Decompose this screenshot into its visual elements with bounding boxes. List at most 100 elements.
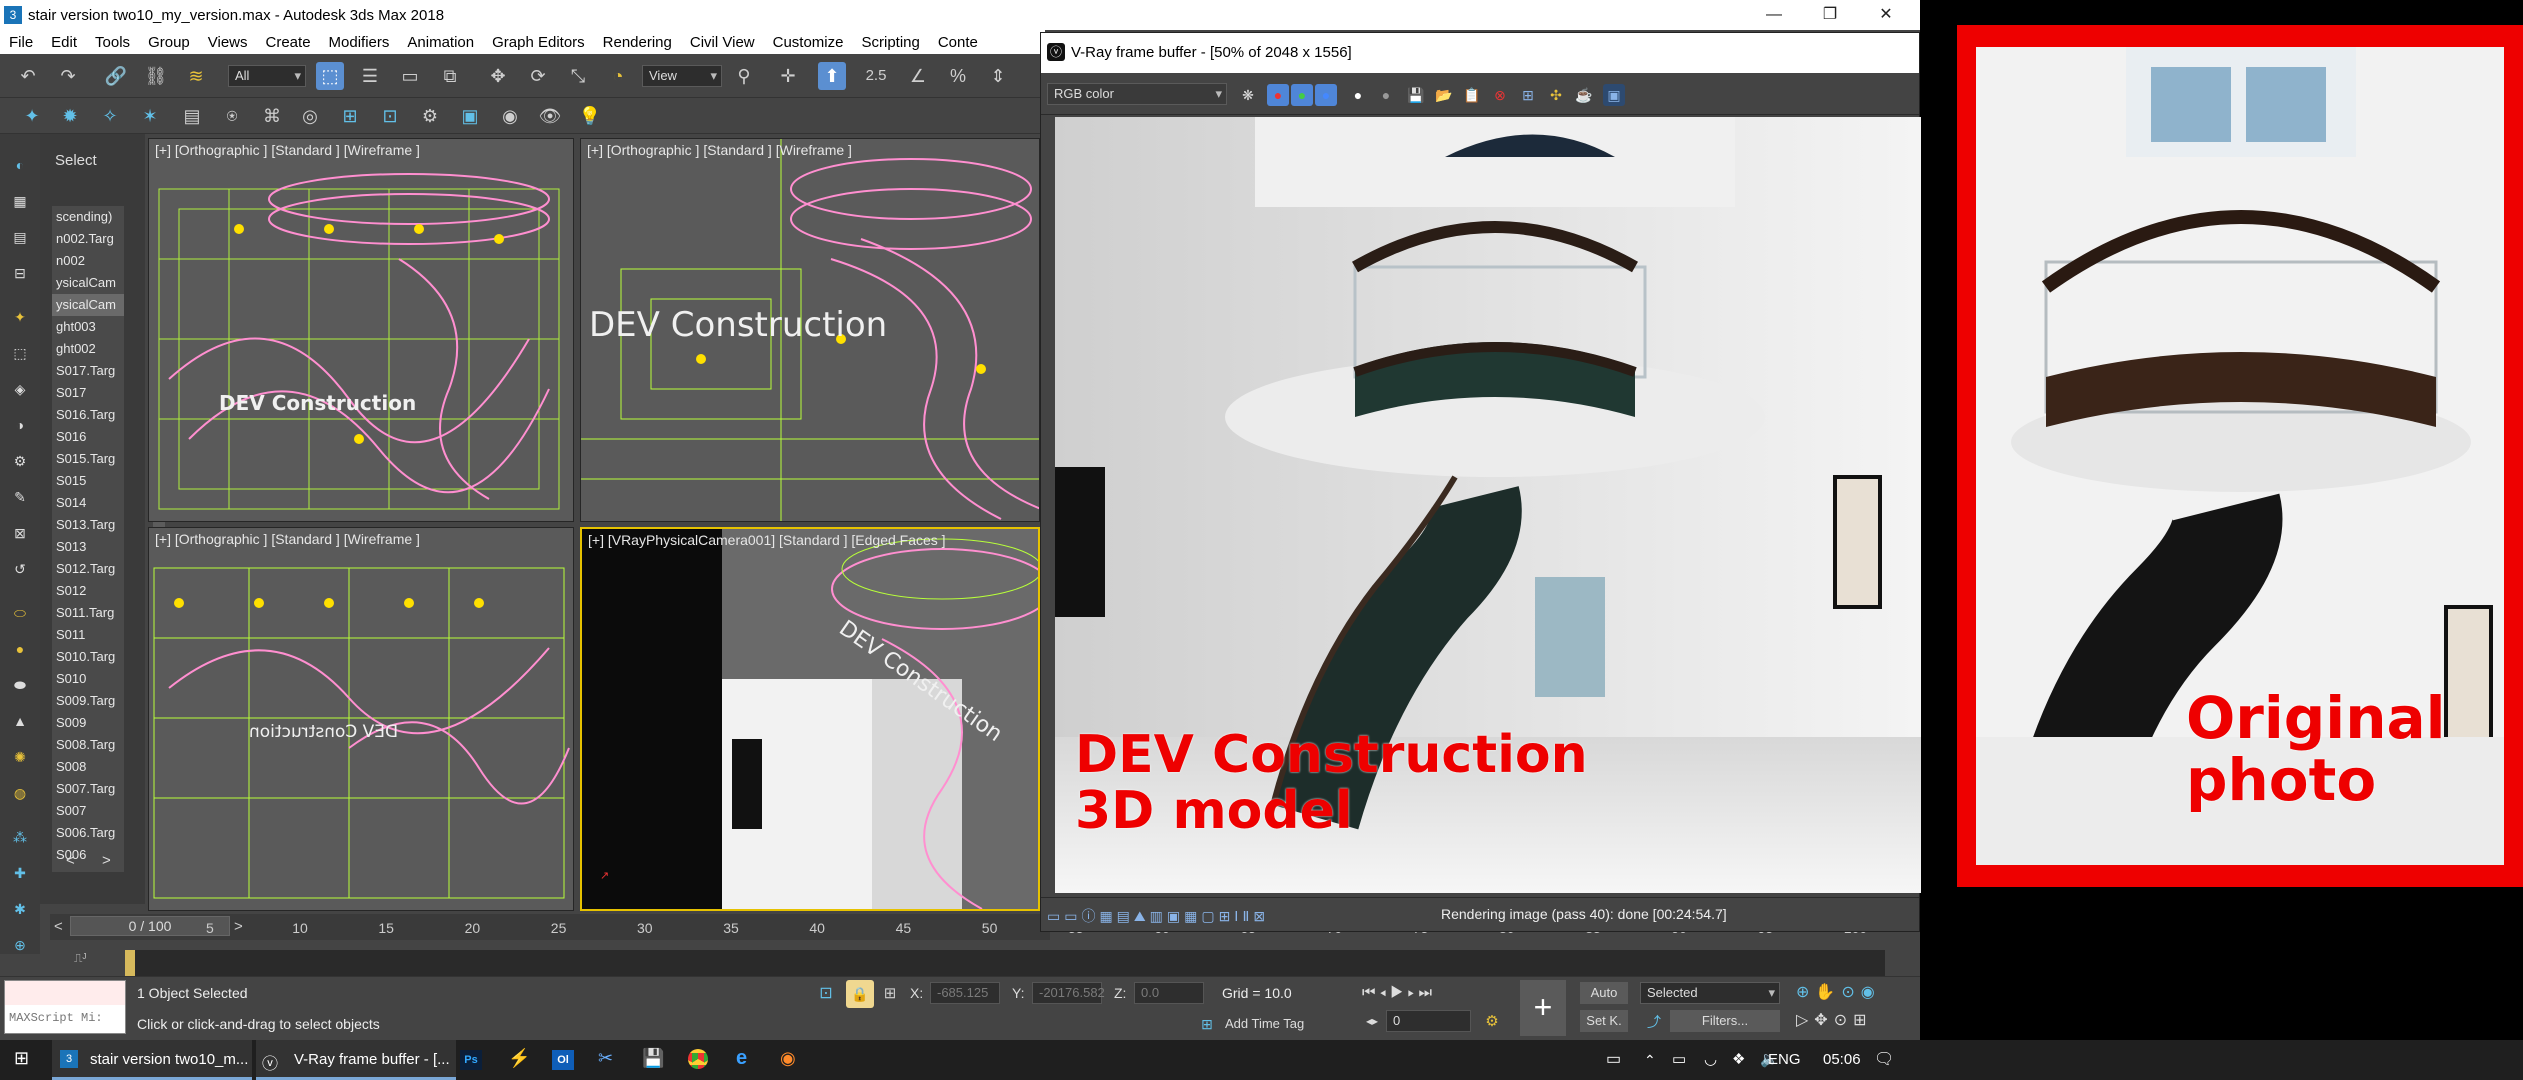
menu-animation[interactable]: Animation xyxy=(398,34,483,51)
percent-snap-icon[interactable]: % xyxy=(944,62,972,90)
key-tangent-icon[interactable]: ⤴ xyxy=(1640,1008,1668,1036)
reference-coord-dropdown[interactable]: View xyxy=(642,65,722,87)
battery-icon[interactable]: ▭ xyxy=(1672,1040,1686,1080)
modify-panel-icon[interactable]: ▦ xyxy=(9,190,31,212)
camera-icon[interactable]: ◉ xyxy=(496,102,524,130)
menu-content[interactable]: Conte xyxy=(929,34,987,51)
eye-icon[interactable]: 👁 xyxy=(536,102,564,130)
menu-rendering[interactable]: Rendering xyxy=(594,34,681,51)
absolute-mode-icon[interactable]: ⊞ xyxy=(876,980,904,1008)
auto-key-button[interactable]: Auto xyxy=(1580,982,1628,1004)
unlink-icon[interactable]: ⛓ xyxy=(142,62,170,90)
snaps-toggle-icon[interactable]: 2.5 xyxy=(862,62,890,90)
dome-light-icon[interactable]: ⍟ xyxy=(218,102,246,130)
scene-item[interactable]: S012.Targ xyxy=(52,558,124,580)
scene-states-icon[interactable]: ⚙ xyxy=(9,450,31,472)
network-icon[interactable]: ◡ xyxy=(1704,1040,1717,1080)
scene-item[interactable]: S011.Targ xyxy=(52,602,124,624)
clock[interactable]: 05:06 xyxy=(1823,1040,1861,1080)
stop-render-icon[interactable]: ⊗ xyxy=(1489,84,1511,106)
menu-modifiers[interactable]: Modifiers xyxy=(320,34,399,51)
clear-image-icon[interactable]: 📋 xyxy=(1461,84,1483,106)
menu-views[interactable]: Views xyxy=(199,34,257,51)
scene-item[interactable]: ysicalCam xyxy=(52,272,124,294)
scene-item[interactable]: S010.Targ xyxy=(52,646,124,668)
scene-item[interactable]: S016 xyxy=(52,426,124,448)
track-mouse-icon[interactable]: ✣ xyxy=(1545,84,1567,106)
max-app-icon[interactable]: 3 xyxy=(4,6,22,24)
mono-icon[interactable]: ● xyxy=(1375,84,1397,106)
scene-item[interactable]: S017.Targ xyxy=(52,360,124,382)
lens-effects-icon[interactable]: ▣ xyxy=(1603,84,1625,106)
select-manipulate-icon[interactable]: ✛ xyxy=(774,62,802,90)
filters-button[interactable]: Filters... xyxy=(1670,1010,1780,1032)
time-tag-icon[interactable]: ⊞ xyxy=(1193,1010,1221,1038)
omni-light-icon[interactable]: ✶ xyxy=(136,102,164,130)
scene-scroll-left[interactable]: < xyxy=(66,852,75,869)
bulb-icon[interactable]: 💡 xyxy=(576,102,604,130)
scene-item[interactable]: S010 xyxy=(52,668,124,690)
select-object-icon[interactable]: ⬚ xyxy=(316,62,344,90)
select-by-name-icon[interactable]: ☰ xyxy=(356,62,384,90)
playback-controls[interactable]: ⏮◂▶▸⏭ xyxy=(1362,984,1436,1001)
keyboard-shortcut-icon[interactable]: ⬆ xyxy=(818,62,846,90)
time-config-icon[interactable]: ⚙ xyxy=(1478,1008,1506,1036)
motion-icon[interactable]: ⊟ xyxy=(9,262,31,284)
spinner-snap-icon[interactable]: ⇕ xyxy=(984,62,1012,90)
close-button[interactable]: ✕ xyxy=(1858,0,1914,30)
xref-icon[interactable]: ↺ xyxy=(9,558,31,580)
photoshop-icon[interactable]: Ps xyxy=(460,1050,482,1070)
time-slider-handle[interactable] xyxy=(125,950,135,976)
scene-item[interactable]: S006 xyxy=(52,844,124,866)
menu-graph-editors[interactable]: Graph Editors xyxy=(483,34,594,51)
scene-item-selected[interactable]: ysicalCam xyxy=(52,294,124,316)
chrome-icon[interactable] xyxy=(688,1049,708,1069)
selection-lock-icon[interactable]: 🔒 xyxy=(846,980,874,1008)
scale-icon[interactable]: ⤡ xyxy=(564,62,592,90)
display-icon[interactable]: ✦ xyxy=(9,306,31,328)
viewport-camera[interactable]: [+] [VRayPhysicalCamera001] [Standard ] … xyxy=(580,527,1040,911)
scene-item[interactable]: S011 xyxy=(52,624,124,646)
scene-item[interactable]: S015.Targ xyxy=(52,448,124,470)
alpha-white-icon[interactable]: ● xyxy=(1347,84,1369,106)
save-icon[interactable]: 💾 xyxy=(642,1048,664,1069)
menu-edit[interactable]: Edit xyxy=(42,34,86,51)
maximize-button[interactable]: ❐ xyxy=(1802,0,1858,30)
save-image-icon[interactable]: 💾 xyxy=(1405,84,1427,106)
bind-space-warp-icon[interactable]: ≋ xyxy=(182,62,210,90)
scene-item[interactable]: S012 xyxy=(52,580,124,602)
layer-icon[interactable]: ◈ xyxy=(9,378,31,400)
rgb-channels-icon[interactable]: ❋ xyxy=(1237,84,1259,106)
window-crossing-icon[interactable]: ⧉ xyxy=(436,62,464,90)
start-windows-icon[interactable]: ⊞ xyxy=(14,1048,36,1070)
outlook-icon[interactable]: Ol xyxy=(552,1050,574,1070)
firefox-icon[interactable]: ◉ xyxy=(780,1048,796,1069)
snipping-icon[interactable]: ✂ xyxy=(598,1048,613,1069)
menu-create[interactable]: Create xyxy=(257,34,320,51)
link-icon[interactable]: 🔗 xyxy=(102,62,130,90)
sun-light-icon[interactable]: ✺ xyxy=(9,746,31,768)
scene-item[interactable]: S017 xyxy=(52,382,124,404)
isolate-icon[interactable]: ⊡ xyxy=(812,980,840,1008)
viewport-label[interactable]: [+] [VRayPhysicalCamera001] [Standard ] … xyxy=(588,532,946,548)
scene-item[interactable]: S009.Targ xyxy=(52,690,124,712)
create-panel-icon[interactable]: ◐ xyxy=(9,154,31,176)
language-indicator[interactable]: ENG xyxy=(1768,1040,1801,1080)
tray-chevron-up-icon[interactable]: ⌃ xyxy=(1644,1040,1656,1080)
channel-dropdown[interactable]: RGB color xyxy=(1047,83,1227,105)
scene-item[interactable]: S009 xyxy=(52,712,124,734)
move-icon[interactable]: ✥ xyxy=(484,62,512,90)
scene-item[interactable]: S013 xyxy=(52,536,124,558)
viewport-top-left[interactable]: [+] [Orthographic ] [Standard ] [Wirefra… xyxy=(148,138,574,522)
torus-icon[interactable]: ◍ xyxy=(9,782,31,804)
angle-snap-icon[interactable]: ∠ xyxy=(904,62,932,90)
dropbox-icon[interactable]: ❖ xyxy=(1732,1040,1745,1080)
menu-file[interactable]: File xyxy=(0,34,42,51)
viewport-nav-icons-row2[interactable]: ▷✥⊙⊞ xyxy=(1796,1010,1873,1030)
scene-item[interactable]: S014 xyxy=(52,492,124,514)
z-coord-field[interactable]: 0.0 xyxy=(1134,982,1204,1004)
task-vray-frame-buffer[interactable]: V-Ray frame buffer - [... xyxy=(256,1040,456,1080)
scene-item[interactable]: S016.Targ xyxy=(52,404,124,426)
scene-item[interactable]: S008.Targ xyxy=(52,734,124,756)
scene-item[interactable]: scending) xyxy=(52,206,124,228)
